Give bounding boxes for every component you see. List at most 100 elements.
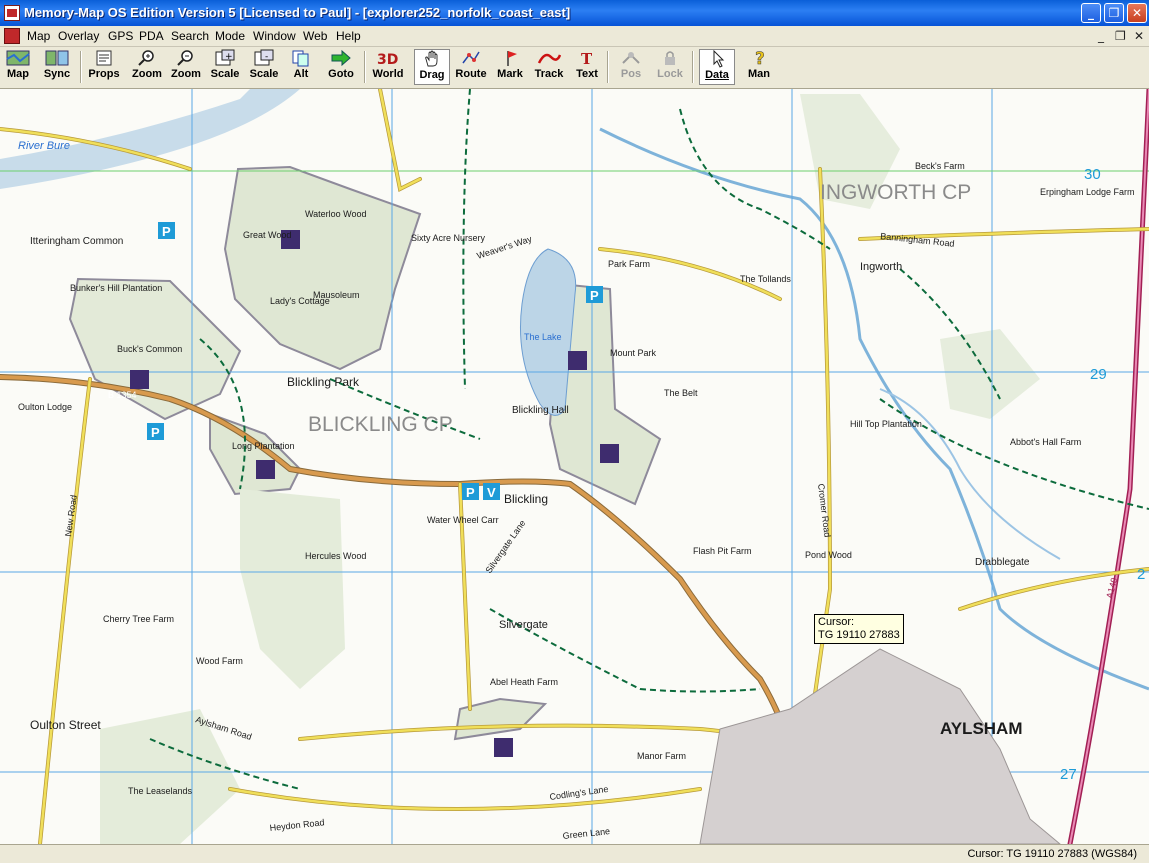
label-hill-top-plantation: Hill Top Plantation bbox=[850, 419, 922, 429]
parking-label: P bbox=[151, 425, 160, 440]
svg-text:3D: 3D bbox=[377, 52, 398, 67]
menu-pda[interactable]: PDA bbox=[139, 29, 164, 43]
scale-down-button[interactable]: - Scale bbox=[247, 49, 281, 85]
hand-icon bbox=[425, 50, 438, 67]
label-oulton-lodge: Oulton Lodge bbox=[18, 402, 72, 412]
toolbar-separator bbox=[364, 51, 366, 83]
mdi-restore-button[interactable]: ❐ bbox=[1115, 29, 1126, 43]
label-silvergate: Silvergate bbox=[499, 619, 548, 631]
menu-window[interactable]: Window bbox=[253, 29, 296, 43]
alternate-map-icon bbox=[292, 50, 309, 67]
town-label-aylsham: AYLSHAM bbox=[940, 719, 1023, 738]
label-waterloo-wood: Waterloo Wood bbox=[305, 209, 367, 219]
3d-world-icon: 3D bbox=[377, 52, 398, 67]
label-blickling-hall: Blickling Hall bbox=[512, 405, 569, 416]
zoom-out-button[interactable]: Zoom bbox=[170, 49, 202, 85]
label-becks-farm: Beck's Farm bbox=[915, 161, 965, 171]
menu-overlay[interactable]: Overlay bbox=[58, 29, 99, 43]
scale-up-button[interactable]: + Scale bbox=[208, 49, 242, 85]
scale-up-icon: + bbox=[215, 49, 235, 66]
flag-icon bbox=[507, 51, 517, 66]
track-icon bbox=[537, 53, 561, 64]
properties-icon bbox=[96, 50, 112, 66]
label-drabblegate: Drabblegate bbox=[975, 557, 1030, 568]
cursor-coordinates-status: Cursor: TG 19110 27883 (WGS84) bbox=[967, 848, 1137, 860]
goto-button[interactable]: Goto bbox=[324, 49, 358, 85]
lock-icon bbox=[665, 51, 675, 65]
toolbar: Map Sync Props Zoom Zoom + Scale - Scale… bbox=[0, 47, 1149, 89]
label-codlings-lane: Codling's Lane bbox=[549, 784, 609, 802]
app-logo-icon[interactable] bbox=[4, 5, 20, 21]
props-button[interactable]: Props bbox=[87, 49, 121, 85]
data-button[interactable]: Data bbox=[699, 49, 735, 85]
status-bar: Cursor: TG 19110 27883 (WGS84) bbox=[0, 844, 1149, 863]
parking-label: P bbox=[162, 224, 171, 239]
alt-button[interactable]: Alt bbox=[289, 49, 313, 85]
drag-button[interactable]: Drag bbox=[414, 49, 450, 85]
text-icon: T bbox=[581, 50, 593, 67]
label-the-lake: The Lake bbox=[524, 332, 562, 342]
help-manual-icon: ? bbox=[755, 49, 765, 67]
pos-button[interactable]: Pos bbox=[616, 49, 646, 85]
menu-bar: Map Overlay GPS PDA Search Mode Window W… bbox=[0, 26, 1149, 47]
sync-icon bbox=[45, 50, 69, 66]
label-heydon-road: Heydon Road bbox=[269, 817, 325, 833]
label-water-wheel-carr: Water Wheel Carr bbox=[427, 515, 499, 525]
maximize-button[interactable]: ❐ bbox=[1104, 3, 1124, 23]
toolbar-separator bbox=[80, 51, 82, 83]
label-the-belt: The Belt bbox=[664, 388, 698, 398]
route-button[interactable]: Route bbox=[454, 49, 488, 85]
lock-button[interactable]: Lock bbox=[655, 49, 685, 85]
label-blickling: Blickling bbox=[504, 492, 548, 506]
mdi-close-button[interactable]: ✕ bbox=[1134, 29, 1144, 43]
menu-search[interactable]: Search bbox=[171, 29, 209, 43]
map-view[interactable]: P P P P V 30 29 27 2 BLICKLING CP INGWORTH… bbox=[0, 89, 1149, 844]
os-map[interactable]: P P P P V 30 29 27 2 BLICKLING CP INGWORTH… bbox=[0, 89, 1149, 844]
data-cursor-icon bbox=[713, 50, 725, 68]
mark-button[interactable]: Mark bbox=[495, 49, 525, 85]
menu-help[interactable]: Help bbox=[336, 29, 361, 43]
grid-number-28: 2 bbox=[1137, 566, 1145, 583]
label-the-tollands: The Tollands bbox=[740, 274, 791, 284]
mdi-minimize-button[interactable]: _ bbox=[1098, 29, 1104, 43]
label-pond-wood: Pond Wood bbox=[805, 550, 852, 560]
document-icon[interactable] bbox=[4, 28, 20, 44]
close-button[interactable]: ✕ bbox=[1127, 3, 1147, 23]
label-long-plantation: Long Plantation bbox=[232, 441, 295, 451]
menu-web[interactable]: Web bbox=[303, 29, 327, 43]
map-button[interactable]: Map bbox=[3, 49, 33, 85]
label-b1354: B 1354 bbox=[108, 390, 137, 400]
toolbar-separator bbox=[607, 51, 609, 83]
label-silvergate-lane: Silvergate Lane bbox=[483, 518, 527, 575]
label-abbots-hall-farm: Abbot's Hall Farm bbox=[1010, 437, 1081, 447]
label-hercules-wood: Hercules Wood bbox=[305, 551, 366, 561]
window-title: Memory-Map OS Edition Version 5 [License… bbox=[24, 5, 571, 20]
label-park-farm: Park Farm bbox=[608, 259, 650, 269]
label-the-leaselands: The Leaselands bbox=[128, 786, 193, 796]
parish-label-ingworth: INGWORTH CP bbox=[820, 181, 971, 204]
parking-label: P bbox=[590, 288, 599, 303]
route-icon bbox=[462, 51, 480, 64]
label-great-wood: Great Wood bbox=[243, 230, 291, 240]
menu-gps[interactable]: GPS bbox=[108, 29, 133, 43]
svg-text:T: T bbox=[581, 50, 593, 67]
grid-number-29: 29 bbox=[1090, 366, 1107, 383]
label-river-bure: River Bure bbox=[18, 140, 70, 152]
label-blickling-park: Blickling Park bbox=[287, 375, 360, 389]
manual-button[interactable]: ? Man bbox=[742, 49, 776, 85]
label-ladys-cottage: Lady's Cottage bbox=[270, 296, 330, 306]
track-button[interactable]: Track bbox=[532, 49, 566, 85]
cursor-tooltip: Cursor: TG 19110 27883 bbox=[814, 614, 904, 644]
cursor-tooltip-coords: TG 19110 27883 bbox=[818, 629, 900, 641]
label-itteringham-common: Itteringham Common bbox=[30, 236, 123, 247]
minimize-button[interactable]: _ bbox=[1081, 3, 1101, 23]
goto-icon bbox=[331, 49, 351, 67]
sync-button[interactable]: Sync bbox=[40, 49, 74, 85]
zoom-in-button[interactable]: Zoom bbox=[131, 49, 163, 85]
world-3d-button[interactable]: 3D World bbox=[370, 49, 406, 85]
visitor-centre-label: V bbox=[487, 485, 496, 500]
text-button[interactable]: T Text bbox=[574, 49, 600, 85]
menu-map[interactable]: Map bbox=[27, 29, 50, 43]
menu-mode[interactable]: Mode bbox=[215, 29, 245, 43]
label-flash-pit-farm: Flash Pit Farm bbox=[693, 546, 752, 556]
